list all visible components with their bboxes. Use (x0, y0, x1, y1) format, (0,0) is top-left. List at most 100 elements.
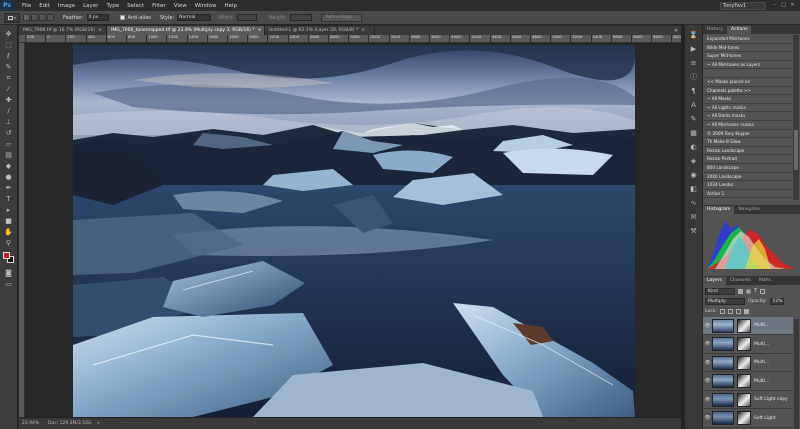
action-item[interactable] (704, 69, 792, 78)
action-item[interactable]: 800 Landscape (704, 163, 792, 173)
scroll-thumb[interactable] (794, 130, 798, 170)
layer-mask-thumbnail[interactable] (737, 318, 751, 333)
menu-image[interactable]: Image (54, 3, 79, 9)
tab-actions[interactable]: Actions (727, 26, 752, 34)
tab-img-7906[interactable]: IMG_7906.tif @ 16.7% (RGB/16) × (19, 26, 107, 35)
type-tool-icon[interactable]: T (2, 194, 16, 204)
close-tab-icon[interactable]: × (98, 28, 102, 33)
quick-select-tool-icon[interactable]: ✎ (2, 62, 16, 72)
style-select[interactable]: Normal (177, 14, 212, 21)
eye-icon[interactable]: 👁 (703, 360, 712, 366)
action-item[interactable]: © 2009 Tony Kuyper (704, 129, 792, 139)
tool-preset-picker[interactable]: ▾ (4, 12, 20, 23)
zoom-level[interactable]: 23.94% (22, 421, 42, 426)
notes-icon[interactable]: ✉ (688, 213, 699, 222)
adjustments-icon[interactable]: ◐ (688, 143, 699, 152)
eye-icon[interactable]: 👁 (703, 415, 712, 421)
action-item[interactable]: Action 1 (704, 189, 792, 199)
tab-layers[interactable]: Layers (703, 277, 726, 285)
opacity-input[interactable]: 52% (769, 297, 784, 305)
crop-tool-icon[interactable]: ⌗ (2, 73, 16, 83)
styles-icon[interactable]: ◈ (688, 157, 699, 166)
kind-filter-select[interactable]: Kind (705, 287, 735, 295)
new-selection-icon[interactable] (23, 14, 30, 21)
lock-all-icon[interactable] (743, 308, 749, 314)
brush-presets-icon[interactable]: ✎ (688, 115, 699, 124)
history-brush-tool-icon[interactable]: ↺ (2, 128, 16, 138)
action-item[interactable]: 2000 Landscape (704, 172, 792, 182)
maximize-button[interactable]: □ (779, 1, 788, 9)
layer-row[interactable]: 👁 Soft Light (703, 409, 793, 428)
action-item[interactable]: ~ All Masks (704, 95, 792, 104)
refine-edge-button[interactable]: Refine Edge... (320, 13, 362, 22)
layer-row[interactable]: 👁 Multi... (703, 317, 793, 335)
menu-type[interactable]: Type (102, 3, 123, 9)
lock-image-icon[interactable] (727, 308, 733, 314)
tab-paths[interactable]: Paths (755, 277, 775, 285)
height-input[interactable] (289, 14, 312, 21)
layer-row[interactable]: 👁 Soft Light copy (703, 391, 793, 409)
filter-type-icon[interactable]: T (754, 288, 757, 294)
layer-mask-thumbnail[interactable] (737, 337, 751, 351)
tab-untitled-1[interactable]: Untitled-1 @ 62.1% (Layer 20, RGB/8) * × (265, 26, 375, 35)
screen-mode-icon[interactable]: ▭ (2, 279, 16, 289)
eye-icon[interactable]: 👁 (703, 378, 712, 384)
close-tab-icon[interactable]: × (361, 28, 365, 33)
hand-tool-icon[interactable]: ✋ (2, 227, 16, 237)
layer-mask-thumbnail[interactable] (737, 411, 751, 425)
tab-overflow-button[interactable]: » (671, 26, 681, 35)
width-input[interactable] (237, 14, 258, 21)
action-item[interactable]: Wide Mid-tones (704, 43, 792, 53)
menu-window[interactable]: Window (191, 3, 221, 9)
menu-layer[interactable]: Layer (79, 3, 102, 9)
eyedropper-tool-icon[interactable]: ⁄ (2, 84, 16, 94)
action-item[interactable]: Super Mid-tones (704, 52, 792, 61)
action-item[interactable]: TK Make B Glow (704, 138, 792, 147)
tool-presets-icon[interactable]: ⚒ (688, 227, 699, 236)
action-item[interactable]: ~ All Lights masks (704, 103, 792, 113)
blend-mode-select[interactable]: Multiply (705, 297, 745, 305)
menu-view[interactable]: View (170, 3, 191, 9)
document-image[interactable] (73, 45, 635, 417)
eraser-tool-icon[interactable]: ▱ (2, 139, 16, 149)
info-icon[interactable]: ⓘ (688, 73, 699, 82)
close-button[interactable]: ✕ (788, 1, 797, 9)
character-icon[interactable]: A (688, 101, 699, 110)
action-item[interactable]: ~ All Mid-tones masks (704, 120, 792, 130)
eye-icon[interactable]: 👁 (703, 397, 712, 403)
lock-position-icon[interactable] (735, 308, 741, 314)
blur-tool-icon[interactable]: ◆ (2, 161, 16, 171)
color-icon[interactable]: ◉ (688, 171, 699, 180)
subtract-selection-icon[interactable] (39, 14, 46, 21)
layer-mask-thumbnail[interactable] (737, 392, 751, 407)
properties-icon[interactable]: ≡ (688, 59, 699, 68)
dodge-tool-icon[interactable]: ● (2, 172, 16, 182)
close-tab-icon[interactable]: × (258, 28, 262, 33)
swatches-icon[interactable]: ▦ (688, 129, 699, 138)
layer-row[interactable]: 👁 Multi... (703, 372, 793, 391)
pen-tool-icon[interactable]: ✒ (2, 183, 16, 193)
action-item[interactable]: Expanded Mid-tones (704, 35, 792, 44)
menu-select[interactable]: Select (123, 3, 148, 9)
path-select-tool-icon[interactable]: ▸ (2, 205, 16, 215)
action-item[interactable]: Resize Landscape (704, 146, 792, 156)
history-icon[interactable]: ⌛ (688, 31, 699, 40)
tab-history[interactable]: History (703, 26, 727, 34)
feather-input[interactable]: 0 px (86, 14, 109, 21)
paragraph-icon[interactable]: ¶ (688, 87, 699, 96)
add-selection-icon[interactable] (31, 14, 38, 21)
filter-adjustment-icon[interactable] (746, 288, 751, 294)
actions-scrollbar[interactable] (793, 35, 799, 200)
tab-channels[interactable]: Channels (726, 277, 755, 285)
action-item[interactable]: << Masks placed on (704, 77, 792, 87)
menu-file[interactable]: File (18, 3, 35, 9)
action-item[interactable]: ~ All Darks masks (704, 112, 792, 121)
eye-icon[interactable]: 👁 (703, 341, 712, 347)
canvas-area[interactable] (25, 43, 681, 417)
actions-icon[interactable]: ▶ (688, 45, 699, 54)
action-item[interactable]: Resize Portrait (704, 155, 792, 164)
menu-help[interactable]: Help (220, 3, 241, 9)
gradient-tool-icon[interactable]: ▤ (2, 150, 16, 160)
layers-scrollbar[interactable] (794, 319, 799, 429)
quick-mask-icon[interactable]: ◙ (2, 268, 16, 278)
